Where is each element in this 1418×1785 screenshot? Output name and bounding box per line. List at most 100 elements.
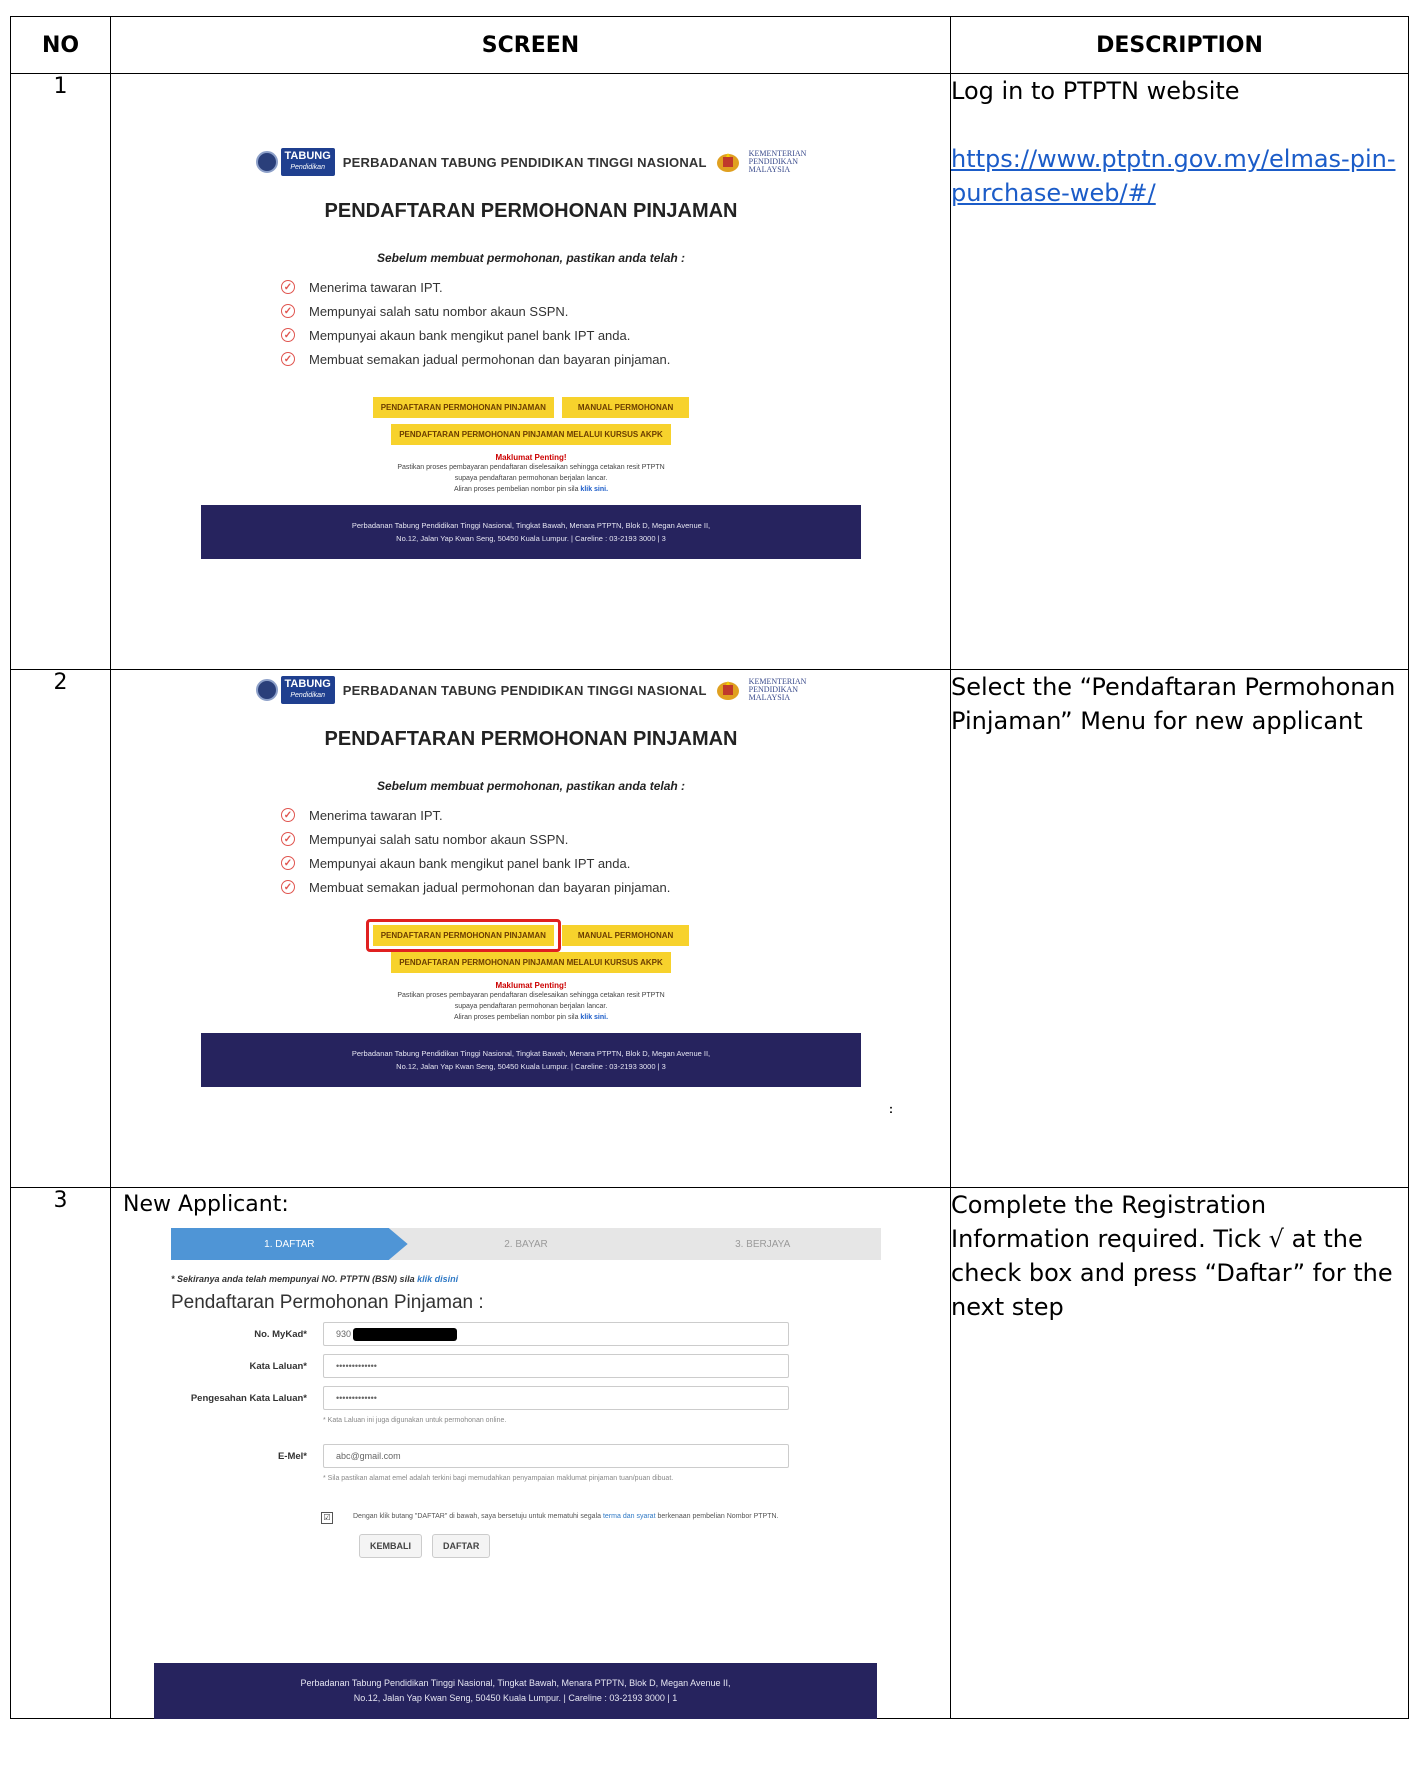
list-item: ✓ Mempunyai salah satu nombor akaun SSPN.: [281, 299, 846, 323]
notice-title: Maklumat Penting!: [495, 981, 567, 990]
page-title: PENDAFTARAN PERMOHONAN PINJAMAN: [324, 200, 738, 222]
check-circle-icon: ✓: [281, 352, 295, 366]
requirements-list: ✓ Menerima tawaran IPT. ✓ Mempunyai salah …: [281, 275, 846, 371]
daftar-button[interactable]: DAFTAR: [432, 1534, 491, 1558]
confirm-password-row: Pengesahan Kata Laluan* •••••••••••••: [171, 1386, 881, 1410]
form-title: Pendaftaran Permohonan Pinjaman :: [171, 1292, 484, 1313]
mykad-input[interactable]: 930: [323, 1322, 789, 1346]
notice-link[interactable]: klik sini.: [580, 486, 608, 493]
check-circle-icon: ✓: [281, 880, 295, 894]
check-circle-icon: ✓: [281, 280, 295, 294]
step-row-1: 1 TABUNG Pendidikan PERBADANAN TABUNG PEN…: [10, 73, 1409, 670]
page-subtitle: Sebelum membuat permohonan, pastikan and…: [376, 779, 686, 793]
consent-row: ☑ Dengan klik butang "DAFTAR" di bawah, …: [321, 1510, 881, 1524]
page-title: PENDAFTARAN PERMOHONAN PINJAMAN: [324, 728, 738, 750]
site-header: TABUNG Pendidikan PERBADANAN TABUNG PENDI…: [216, 148, 846, 176]
list-item: ✓ Membuat semakan jadual permohonan dan b…: [281, 875, 846, 899]
list-item: ✓ Membuat semakan jadual permohonan dan b…: [281, 347, 846, 371]
check-circle-icon: ✓: [281, 856, 295, 870]
org-name: PERBADANAN TABUNG PENDIDIKAN TINGGI NASI…: [342, 154, 707, 170]
homepage-screenshot-highlighted: TABUNG Pendidikan PERBADANAN TABUNG PENDI…: [201, 676, 861, 1087]
notice-text: Pastikan proses pembayaran pendaftaran d…: [397, 464, 665, 493]
email-hint: * Sila pastikan alamat emel adalah terki…: [323, 1475, 674, 1482]
register-akpk-button[interactable]: PENDAFTARAN PERMOHONAN PINJAMAN MELALUI …: [391, 424, 671, 445]
screen-cell: New Applicant: 1. DAFTAR 2. BAYAR 3. BER…: [110, 1187, 951, 1719]
screen-cell: TABUNG Pendidikan PERBADANAN TABUNG PENDI…: [110, 73, 951, 670]
bsn-link[interactable]: klik disini: [417, 1274, 458, 1284]
malaysia-crest-icon: [716, 681, 739, 700]
email-label: E-Mel*: [277, 1450, 307, 1462]
list-item: ✓ Menerima tawaran IPT.: [281, 803, 846, 827]
ptptn-website-link[interactable]: https://www.ptptn.gov.my/elmas-pin-purch…: [951, 145, 1395, 207]
site-footer: Perbadanan Tabung Pendidikan Tinggi Nasi…: [201, 505, 861, 559]
header-screen: SCREEN: [110, 16, 951, 74]
step-description: Select the “Pendaftaran Permohonan Pinja…: [951, 673, 1396, 735]
step-description: Log in to PTPTN website: [951, 77, 1240, 105]
site-footer: Perbadanan Tabung Pendidikan Tinggi Nasi…: [201, 1033, 861, 1087]
list-item: ✓ Mempunyai akaun bank mengikut panel ban…: [281, 851, 846, 875]
password-input[interactable]: •••••••••••••: [323, 1354, 789, 1378]
org-name: PERBADANAN TABUNG PENDIDIKAN TINGGI NASI…: [342, 682, 707, 698]
highlighted-register-button[interactable]: PENDAFTARAN PERMOHONAN PINJAMAN: [365, 919, 561, 952]
notice-link[interactable]: klik sini.: [580, 1014, 608, 1021]
manual-button[interactable]: MANUAL PERMOHONAN: [561, 397, 690, 418]
stray-mark: :: [889, 1102, 893, 1116]
ptptn-logo: TABUNG Pendidikan: [255, 676, 335, 704]
red-highlight-box: [365, 919, 561, 952]
register-akpk-button[interactable]: PENDAFTARAN PERMOHONAN PINJAMAN MELALUI …: [391, 952, 671, 973]
password-hint: * Kata Laluan ini juga digunakan untuk p…: [323, 1417, 507, 1424]
form-actions: KEMBALI DAFTAR: [359, 1534, 881, 1558]
check-circle-icon: ✓: [281, 328, 295, 342]
header-row: NO SCREEN DESCRIPTION: [10, 16, 1409, 74]
confirm-password-label: Pengesahan Kata Laluan*: [190, 1392, 307, 1404]
mykad-label: No. MyKad*: [254, 1328, 307, 1340]
notice-title: Maklumat Penting!: [495, 453, 567, 462]
list-item: ✓ Mempunyai akaun bank mengikut panel ban…: [281, 323, 846, 347]
bsn-note: * Sekiranya anda telah mempunyai NO. PTP…: [171, 1274, 459, 1284]
page-subtitle: Sebelum membuat permohonan, pastikan and…: [376, 251, 686, 265]
registration-form-screenshot: 1. DAFTAR 2. BAYAR 3. BERJAYA * Sekirany…: [171, 1228, 881, 1558]
consent-text: Dengan klik butang "DAFTAR" di bawah, sa…: [353, 1513, 779, 1520]
header-no: NO: [10, 16, 111, 74]
ministry-logo-text: KEMENTERIAN PENDIDIKAN MALAYSIA: [748, 677, 807, 702]
logo-emblem-icon: [255, 151, 278, 173]
malaysia-crest-icon: [716, 153, 739, 172]
description-cell: Log in to PTPTN website https://www.ptpt…: [950, 73, 1409, 670]
instruction-table: NO SCREEN DESCRIPTION 1 TABUNG Pendidikan…: [10, 16, 1409, 1719]
step-row-2: 2 TABUNG Pendidikan PERBADANAN TABUNG PEN…: [10, 669, 1409, 1188]
register-loan-button[interactable]: PENDAFTARAN PERMOHONAN PINJAMAN: [372, 397, 554, 418]
step-description: Complete the Registration Information re…: [951, 1191, 1393, 1321]
terms-link[interactable]: terma dan syarat: [603, 1513, 656, 1520]
password-row: Kata Laluan* •••••••••••••: [171, 1354, 881, 1378]
check-circle-icon: ✓: [281, 808, 295, 822]
screen-label: New Applicant:: [123, 1192, 289, 1217]
requirements-list: ✓ Menerima tawaran IPT. ✓ Mempunyai salah …: [281, 803, 846, 899]
check-circle-icon: ✓: [281, 832, 295, 846]
manual-button[interactable]: MANUAL PERMOHONAN: [561, 925, 690, 946]
step-berjaya: 3. BERJAYA: [735, 1238, 791, 1250]
step-number: 1: [10, 73, 111, 670]
homepage-screenshot: TABUNG Pendidikan PERBADANAN TABUNG PENDI…: [201, 148, 861, 559]
description-cell: Complete the Registration Information re…: [950, 1187, 1409, 1719]
description-cell: Select the “Pendaftaran Permohonan Pinja…: [950, 669, 1409, 1188]
step-bayar: 2. BAYAR: [504, 1238, 548, 1250]
check-circle-icon: ✓: [281, 304, 295, 318]
email-input[interactable]: abc@gmail.com: [323, 1444, 789, 1468]
ptptn-logo: TABUNG Pendidikan: [255, 148, 335, 176]
ministry-logo-text: KEMENTERIAN PENDIDIKAN MALAYSIA: [748, 149, 807, 174]
step-daftar: 1. DAFTAR: [171, 1228, 408, 1260]
progress-steps: 1. DAFTAR 2. BAYAR 3. BERJAYA: [171, 1228, 881, 1260]
site-header: TABUNG Pendidikan PERBADANAN TABUNG PENDI…: [216, 676, 846, 704]
step-number: 3: [10, 1187, 111, 1719]
step-number: 2: [10, 669, 111, 1188]
mykad-row: No. MyKad* 930: [171, 1322, 881, 1346]
logo-emblem-icon: [255, 679, 278, 701]
back-button[interactable]: KEMBALI: [359, 1534, 422, 1558]
confirm-password-input[interactable]: •••••••••••••: [323, 1386, 789, 1410]
step-row-3: 3 New Applicant: 1. DAFTAR 2. BAYAR 3. B…: [10, 1187, 1409, 1719]
screen-cell: TABUNG Pendidikan PERBADANAN TABUNG PENDI…: [110, 669, 951, 1188]
header-description: DESCRIPTION: [950, 16, 1409, 74]
list-item: ✓ Mempunyai salah satu nombor akaun SSPN.: [281, 827, 846, 851]
consent-checkbox[interactable]: ☑: [321, 1512, 333, 1524]
email-row: E-Mel* abc@gmail.com: [171, 1444, 881, 1468]
